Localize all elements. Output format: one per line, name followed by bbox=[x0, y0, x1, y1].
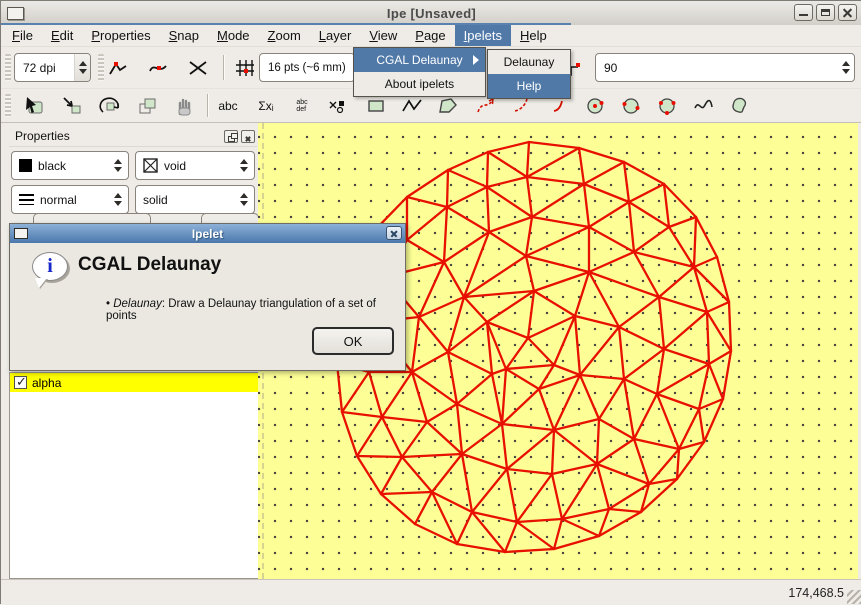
angle-value: 90 bbox=[604, 61, 617, 75]
menu-layer[interactable]: Layer bbox=[310, 25, 361, 46]
status-bar: 174,468.5 bbox=[1, 579, 861, 605]
resolution-value: 72 dpi bbox=[23, 61, 56, 75]
ipelet-dialog: Ipelet CGAL Delaunay • Delaunay: Draw a … bbox=[9, 223, 406, 371]
snap-boundary-icon[interactable] bbox=[145, 56, 171, 80]
select-tool-icon[interactable] bbox=[21, 94, 47, 118]
layer-name: alpha bbox=[32, 376, 61, 390]
title-bar[interactable]: Ipe [Unsaved] bbox=[1, 1, 861, 25]
freehand-tool-icon[interactable] bbox=[691, 94, 717, 118]
hidden-button[interactable] bbox=[201, 213, 259, 223]
dash-style-combo[interactable]: solid bbox=[135, 185, 255, 214]
pan-tool-icon[interactable] bbox=[171, 94, 197, 118]
layer-list: alpha bbox=[9, 372, 259, 579]
maximize-button[interactable] bbox=[816, 4, 835, 21]
stroke-color-swatch-icon bbox=[19, 159, 32, 172]
dialog-description: • Delaunay: Draw a Delaunay triangulatio… bbox=[106, 298, 395, 322]
window-title: Ipe [Unsaved] bbox=[1, 6, 861, 21]
dialog-close-icon[interactable] bbox=[386, 226, 402, 240]
toolbar-grip[interactable] bbox=[5, 94, 11, 117]
dialog-title: Ipelet bbox=[10, 227, 405, 241]
angle-combo[interactable]: 90 bbox=[595, 53, 855, 82]
rotate-tool-icon[interactable] bbox=[97, 94, 123, 118]
menu-mode[interactable]: Mode bbox=[208, 25, 259, 46]
menu-help[interactable]: Help bbox=[511, 25, 556, 46]
dialog-title-bar[interactable]: Ipelet bbox=[10, 224, 405, 243]
menu-view[interactable]: View bbox=[360, 25, 406, 46]
layer-row-alpha[interactable]: alpha bbox=[10, 373, 258, 392]
toolbar-separator bbox=[207, 94, 208, 117]
submenu-arrow-icon bbox=[473, 55, 479, 65]
translate-tool-icon[interactable] bbox=[59, 94, 85, 118]
polyline-tool-icon[interactable] bbox=[399, 94, 425, 118]
ok-button[interactable]: OK bbox=[312, 327, 394, 355]
math-tool-icon[interactable]: Σxᵢ bbox=[253, 94, 279, 118]
stretch-tool-icon[interactable] bbox=[135, 94, 161, 118]
resize-grip[interactable] bbox=[847, 590, 861, 604]
cgal-delaunay-submenu: Delaunay Help bbox=[487, 49, 571, 99]
layer-checkbox[interactable] bbox=[14, 376, 27, 389]
void-fill-icon bbox=[143, 158, 158, 173]
menu-item-cgal-delaunay[interactable]: CGAL Delaunay bbox=[354, 48, 485, 72]
menu-file[interactable]: File bbox=[3, 25, 42, 46]
toolbar-grip[interactable] bbox=[5, 54, 11, 81]
fill-combo[interactable]: void bbox=[135, 151, 255, 180]
splinegon-tool-icon[interactable] bbox=[727, 94, 753, 118]
stroke-color-combo[interactable]: black bbox=[11, 151, 129, 180]
menu-snap[interactable]: Snap bbox=[160, 25, 208, 46]
close-button[interactable] bbox=[838, 4, 857, 21]
menu-item-about-ipelets[interactable]: About ipelets bbox=[354, 72, 485, 96]
circle-3points-tool-icon[interactable] bbox=[655, 94, 681, 118]
ipelets-dropdown-menu: CGAL Delaunay About ipelets bbox=[353, 47, 486, 97]
paragraph-tool-icon[interactable]: abc def bbox=[289, 94, 315, 118]
toolbar-separator bbox=[223, 55, 224, 80]
snap-intersection-icon[interactable] bbox=[185, 56, 211, 80]
resolution-spinbox[interactable]: 72 dpi bbox=[14, 53, 91, 82]
minimize-button[interactable] bbox=[794, 4, 813, 21]
grid-size-value: 16 pts (~6 mm) bbox=[268, 62, 346, 74]
snap-vertex-icon[interactable] bbox=[105, 56, 131, 80]
menu-edit[interactable]: Edit bbox=[42, 25, 82, 46]
panel-float-icon[interactable] bbox=[224, 130, 238, 143]
circle-diameter-tool-icon[interactable] bbox=[619, 94, 645, 118]
cursor-coordinates: 174,468.5 bbox=[788, 586, 844, 600]
menu-bar: File Edit Properties Snap Mode Zoom Laye… bbox=[1, 25, 861, 47]
menu-page[interactable]: Page bbox=[406, 25, 454, 46]
menu-ipelets[interactable]: Ipelets bbox=[455, 25, 511, 46]
menu-properties[interactable]: Properties bbox=[82, 25, 159, 46]
dialog-heading: CGAL Delaunay bbox=[78, 254, 221, 276]
toolbar-grip[interactable] bbox=[98, 54, 104, 81]
polygon-tool-icon[interactable] bbox=[435, 94, 461, 118]
snap-grid-icon[interactable] bbox=[231, 56, 257, 80]
label-tool-icon[interactable]: abc bbox=[215, 94, 241, 118]
rectangle-tool-icon[interactable] bbox=[363, 94, 389, 118]
hidden-button[interactable] bbox=[33, 213, 151, 223]
menu-item-delaunay[interactable]: Delaunay bbox=[488, 50, 570, 74]
grid-size-combo[interactable]: 16 pts (~6 mm) bbox=[259, 53, 355, 82]
menu-item-help[interactable]: Help bbox=[488, 74, 570, 98]
pen-width-icon bbox=[19, 194, 34, 205]
marks-tool-icon[interactable] bbox=[325, 94, 351, 118]
info-icon bbox=[32, 252, 68, 281]
ipe-window: { "window": { "title": "Ipe [Unsaved]" }… bbox=[0, 0, 861, 604]
menu-zoom[interactable]: Zoom bbox=[259, 25, 310, 46]
pen-width-combo[interactable]: normal bbox=[11, 185, 129, 214]
properties-panel-header[interactable]: Properties bbox=[9, 126, 257, 147]
circle-center-tool-icon[interactable] bbox=[583, 94, 609, 118]
panel-close-icon[interactable] bbox=[241, 130, 255, 143]
properties-panel-title: Properties bbox=[9, 129, 70, 143]
